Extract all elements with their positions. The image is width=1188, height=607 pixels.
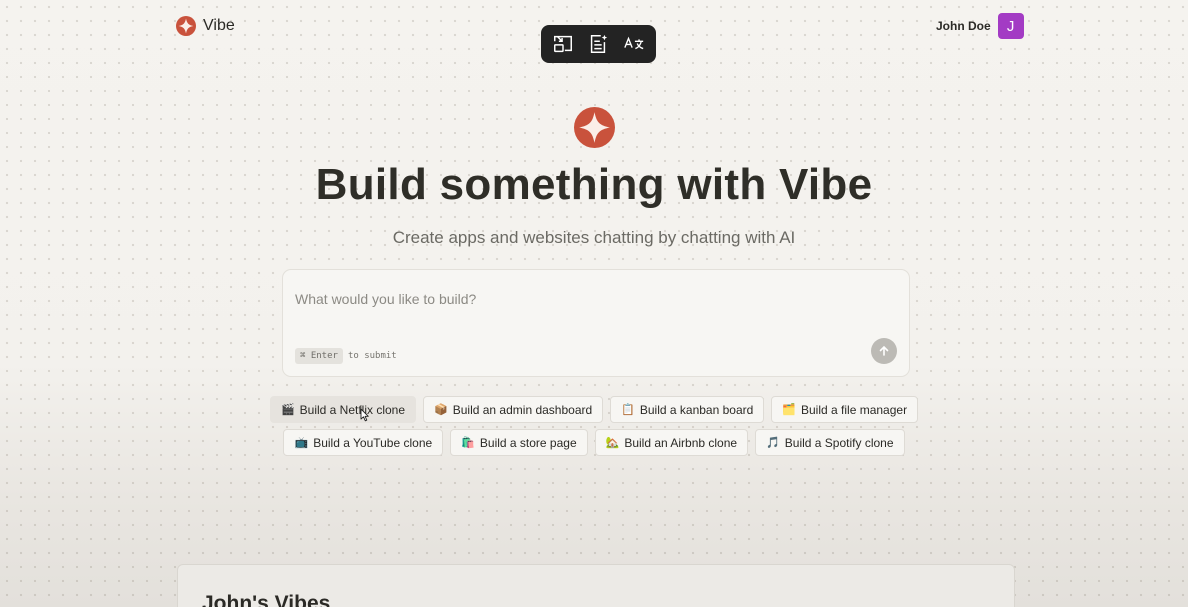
package-icon: 📦 <box>434 404 448 416</box>
clapperboard-icon: 🎬 <box>280 404 295 416</box>
clipboard-icon: 📋 <box>621 404 635 416</box>
page-title: Build something with Vibe <box>315 160 873 209</box>
suggestion-kanban-board[interactable]: 📋 Build a kanban board <box>610 396 765 423</box>
shopping-bags-icon: 🛍️ <box>461 437 475 449</box>
vibe-logo-icon <box>176 16 196 36</box>
avatar[interactable]: J <box>997 13 1024 39</box>
exit-pip-button[interactable] <box>548 29 578 59</box>
vibes-panel: John's Vibes <box>177 564 1015 607</box>
suggestion-label: Build a kanban board <box>639 402 754 417</box>
folder-icon: 🗂️ <box>782 404 796 416</box>
user-name: John Doe <box>936 19 991 33</box>
vibes-title: John's Vibes <box>202 592 331 607</box>
translate-icon <box>624 36 644 50</box>
suggestion-airbnb-clone[interactable]: 🏡 Build an Airbnb clone <box>594 429 749 456</box>
shortcut-hint: to submit <box>347 351 397 361</box>
tv-icon: 📺 <box>294 437 309 449</box>
suggestion-admin-dashboard[interactable]: 📦 Build an admin dashboard <box>423 396 604 423</box>
shortcut-key: ⌘ Enter <box>295 348 343 364</box>
suggestion-spotify-clone[interactable]: 🎵 Build a Spotify clone <box>755 429 905 456</box>
send-button[interactable] <box>871 338 897 364</box>
music-note-icon: 🎵 <box>766 437 780 449</box>
exit-pip-icon <box>553 35 572 53</box>
suggestions-row-1: 🎬 Build a Netflix clone 📦 Build an admin… <box>0 396 1188 423</box>
suggestion-label: Build an admin dashboard <box>452 402 593 417</box>
suggestion-file-manager[interactable]: 🗂️ Build a file manager <box>771 396 919 423</box>
mouse-pointer-icon <box>360 408 369 422</box>
suggestion-label: Build a YouTube clone <box>313 435 433 450</box>
suggestions-row-2: 📺 Build a YouTube clone 🛍️ Build a store… <box>0 429 1188 456</box>
hero-logo-icon <box>574 107 615 148</box>
prompt-box: ⌘ Enter to submit <box>282 269 910 377</box>
house-icon: 🏡 <box>605 437 620 449</box>
suggestion-store-page[interactable]: 🛍️ Build a store page <box>450 429 588 456</box>
arrow-up-icon <box>879 345 889 356</box>
suggestion-netflix-clone[interactable]: 🎬 Build a Netflix clone <box>269 396 417 423</box>
suggestion-label: Build a file manager <box>801 402 908 417</box>
suggestion-label: Build an Airbnb clone <box>624 435 738 450</box>
ai-document-icon <box>591 34 608 53</box>
translate-button[interactable] <box>619 29 649 59</box>
submit-hint: ⌘ Enter to submit <box>295 348 397 364</box>
prompt-input[interactable] <box>295 288 855 310</box>
brand[interactable]: Vibe <box>176 16 235 36</box>
suggestion-label: Build a store page <box>479 435 577 450</box>
floating-toolbar <box>541 25 656 63</box>
suggestion-youtube-clone[interactable]: 📺 Build a YouTube clone <box>283 429 444 456</box>
page-subtitle: Create apps and websites chatting by cha… <box>392 228 796 247</box>
brand-name: Vibe <box>203 17 235 34</box>
ai-summarize-button[interactable] <box>583 29 613 59</box>
suggestion-label: Build a Spotify clone <box>784 435 894 450</box>
suggestion-label: Build a Netflix clone <box>299 402 406 417</box>
user-menu[interactable]: John Doe J <box>936 13 1024 39</box>
